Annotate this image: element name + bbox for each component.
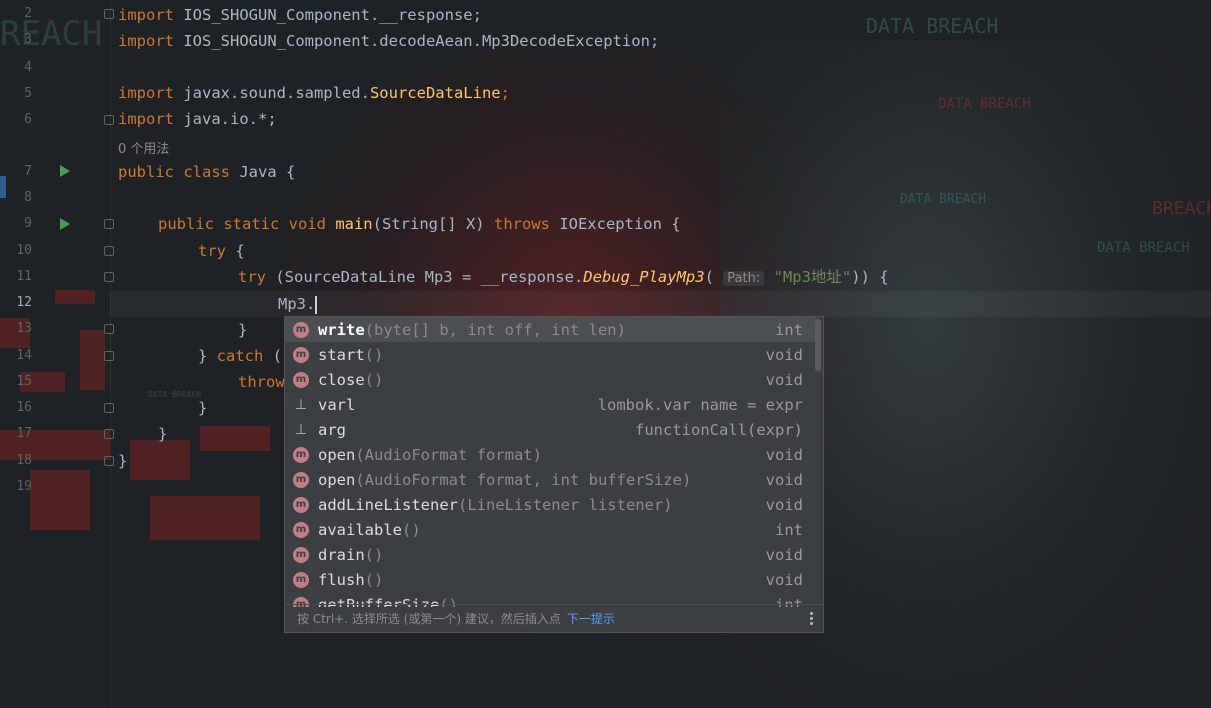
fold-icon[interactable] xyxy=(104,272,114,282)
background-text: DATA BREACH xyxy=(866,14,999,38)
code-line-2[interactable]: import IOS_SHOGUN_Component.__response; xyxy=(118,2,482,28)
more-options-icon[interactable] xyxy=(810,612,813,627)
line-number: 18 xyxy=(16,453,32,468)
background-text: DATA BREACH xyxy=(900,192,987,207)
line-number: 10 xyxy=(16,243,32,258)
fold-icon[interactable] xyxy=(104,9,114,19)
method-icon: m xyxy=(293,546,309,563)
code-line-11[interactable]: try (SourceDataLine Mp3 = __response.Deb… xyxy=(238,264,889,290)
line-number: 2 xyxy=(24,6,32,21)
line-number: 19 xyxy=(16,479,32,494)
completion-item[interactable]: m flush() void xyxy=(285,567,817,592)
line-number: 16 xyxy=(16,400,32,415)
code-completion-popup[interactable]: m write (byte[] b, int off, int len) int … xyxy=(284,316,824,633)
line-number: 8 xyxy=(24,190,32,205)
line-number: 13 xyxy=(16,321,32,336)
code-line-12[interactable]: Mp3. xyxy=(278,291,318,317)
completion-footer-text: 按 Ctrl+. 选择所选 (或第一个) 建议，然后插入点 xyxy=(297,612,561,626)
completion-footer: 按 Ctrl+. 选择所选 (或第一个) 建议，然后插入点 下一提示 xyxy=(285,604,823,632)
method-icon: m xyxy=(293,346,309,363)
completion-list[interactable]: m write (byte[] b, int off, int len) int … xyxy=(285,317,817,607)
code-line-9[interactable]: public static void main(String[] X) thro… xyxy=(158,211,681,237)
completion-item[interactable]: m open (AudioFormat format) void xyxy=(285,442,817,467)
current-line-highlight xyxy=(110,291,1211,317)
completion-item[interactable]: ⊥ arg functionCall(expr) xyxy=(285,417,817,442)
return-type: void xyxy=(765,495,803,514)
run-class-icon[interactable] xyxy=(60,165,70,177)
text-caret xyxy=(315,295,318,314)
return-type: void xyxy=(765,545,803,564)
background-text: BREACH xyxy=(1152,198,1211,219)
method-icon: m xyxy=(293,471,309,488)
code-line-16[interactable]: } xyxy=(198,395,207,421)
return-type: functionCall(expr) xyxy=(635,420,803,439)
completion-item[interactable]: m open (AudioFormat format, int bufferSiz… xyxy=(285,467,817,492)
return-type: void xyxy=(765,470,803,489)
code-line-14[interactable]: } catch ( xyxy=(198,343,282,369)
return-type: lombok.var name = expr xyxy=(597,395,803,414)
fold-icon[interactable] xyxy=(104,115,114,125)
template-icon: ⊥ xyxy=(294,396,308,413)
method-icon: m xyxy=(293,521,309,538)
editor-gutter: 2 3 4 5 6 7 8 9 10 11 12 13 14 15 16 17 … xyxy=(0,0,114,708)
code-line-18[interactable]: } xyxy=(118,448,127,474)
line-number-current: 12 xyxy=(16,295,32,310)
return-type: int xyxy=(775,320,803,339)
return-type: int xyxy=(775,520,803,539)
line-number: 7 xyxy=(24,164,32,179)
code-line-10[interactable]: try { xyxy=(198,238,245,264)
return-type: void xyxy=(765,570,803,589)
fold-icon[interactable] xyxy=(104,246,114,256)
completion-item[interactable]: m drain() void xyxy=(285,542,817,567)
code-line-6[interactable]: import java.io.*; xyxy=(118,106,277,132)
background-text: DATA BREACH xyxy=(1097,240,1190,256)
method-icon: m xyxy=(293,496,309,513)
line-number: 9 xyxy=(24,216,32,231)
method-icon: m xyxy=(293,321,309,338)
completion-item[interactable]: m close() void xyxy=(285,367,817,392)
fold-icon[interactable] xyxy=(104,456,114,466)
fold-icon[interactable] xyxy=(104,219,114,229)
template-icon: ⊥ xyxy=(294,421,308,438)
code-line-17[interactable]: } xyxy=(158,421,167,447)
completion-item-selected[interactable]: m write (byte[] b, int off, int len) int xyxy=(285,317,817,342)
code-line-7[interactable]: public class Java { xyxy=(118,159,295,185)
completion-item[interactable]: ⊥ varl lombok.var name = expr xyxy=(285,392,817,417)
code-line-3[interactable]: import IOS_SHOGUN_Component.decodeAean.M… xyxy=(118,28,659,54)
completion-item[interactable]: m start() void xyxy=(285,342,817,367)
completion-scrollbar[interactable] xyxy=(815,319,821,371)
line-number: 6 xyxy=(24,112,32,127)
code-line-5[interactable]: import javax.sound.sampled.SourceDataLin… xyxy=(118,80,510,106)
line-number: 14 xyxy=(16,348,32,363)
code-line-13[interactable]: } xyxy=(238,317,247,343)
line-number: 4 xyxy=(24,60,32,75)
method-icon: m xyxy=(293,371,309,388)
usages-hint[interactable]: 0 个用法 xyxy=(118,138,169,157)
return-type: void xyxy=(765,445,803,464)
fold-icon[interactable] xyxy=(104,351,114,361)
return-type: void xyxy=(765,370,803,389)
code-line-15[interactable]: throw xyxy=(238,369,285,395)
method-icon: m xyxy=(293,571,309,588)
completion-item[interactable]: m available() int xyxy=(285,517,817,542)
gutter-divider xyxy=(110,0,111,708)
method-icon: m xyxy=(293,446,309,463)
return-type: void xyxy=(765,345,803,364)
run-main-icon[interactable] xyxy=(60,218,70,230)
parameter-hint: Path: xyxy=(723,271,765,286)
next-tip-link[interactable]: 下一提示 xyxy=(567,612,615,626)
line-number: 5 xyxy=(24,86,32,101)
fold-icon[interactable] xyxy=(104,429,114,439)
background-text: DATA BREACH xyxy=(938,96,1031,112)
line-number: 17 xyxy=(16,426,32,441)
line-number: 11 xyxy=(16,269,32,284)
completion-item[interactable]: m addLineListener (LineListener listener)… xyxy=(285,492,817,517)
line-number: 3 xyxy=(24,32,32,47)
fold-icon[interactable] xyxy=(104,324,114,334)
background-text: DATA BREACH xyxy=(148,390,201,399)
fold-icon[interactable] xyxy=(104,403,114,413)
line-number: 15 xyxy=(16,374,32,389)
